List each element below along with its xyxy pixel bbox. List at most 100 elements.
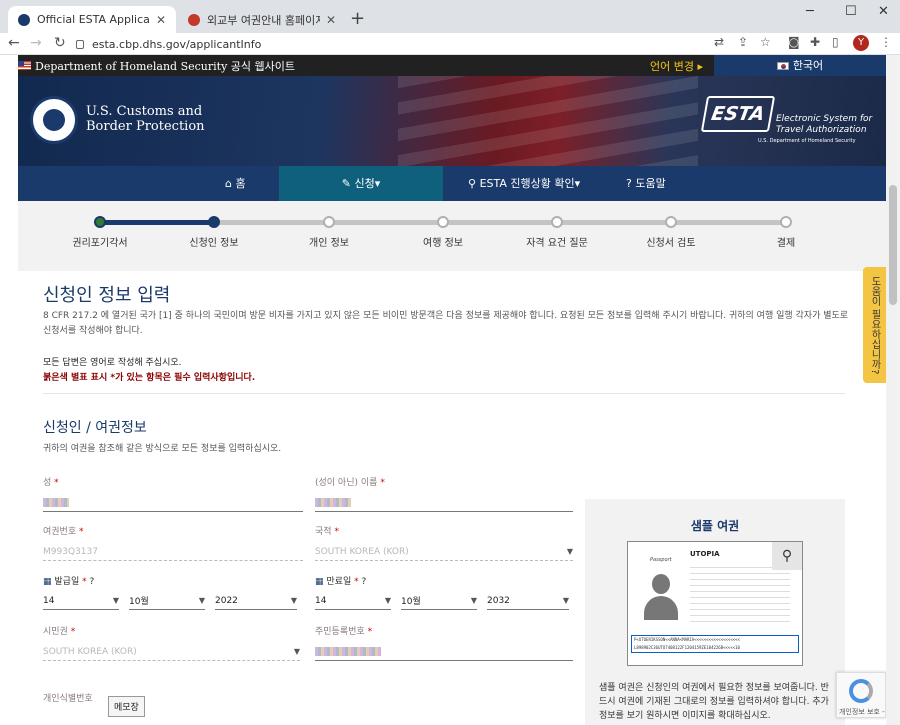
step-dot-applicant [208,216,220,228]
resident-number-label-text: 주민등록번호 [315,627,365,637]
url-field[interactable]: esta.cbp.dhs.gov/applicantInfo [76,34,596,54]
help-circle-icon[interactable]: ? [361,577,366,587]
profile-avatar[interactable]: Y [853,35,869,51]
memo-tooltip: 메모장 [108,696,145,717]
recaptcha-icon [849,679,873,703]
share-icon[interactable]: ⇪ [738,35,748,49]
need-help-tab[interactable]: 도움이 필요하십니까? [863,267,886,383]
nationality-label-text: 국적 [315,527,332,537]
step-dot-payment [780,216,792,228]
expiry-day-select[interactable]: 14 ▼ [315,592,391,610]
translate-icon[interactable]: ⇄ [714,35,724,49]
sample-passport-panel: 샘플 여권 Passport UTOPIA P<UTOERIKSSON<<ANN… [585,499,845,725]
main-content: 신청인 정보 입력 8 CFR 217.2 에 열거된 국가 [1] 중 하나의… [18,271,886,725]
issue-year-select[interactable]: 2022 ▼ [215,592,297,610]
close-tab-icon[interactable]: ✕ [156,13,166,27]
step-dot-waiver [94,216,106,228]
given-name-label-text: (성이 아닌) 이름 [315,478,378,488]
bookmark-star-icon[interactable]: ☆ [760,35,771,49]
browser-tab-mofa[interactable]: 외교부 여권안내 홈페이지 ✕ [178,6,346,33]
scrollbar-thumb[interactable] [889,185,897,305]
passport-number-value: M993Q3137 [43,546,98,557]
nav-help-label: 도움말 [635,177,666,190]
esta-logo[interactable]: ESTA [700,96,776,132]
help-circle-icon[interactable]: ? [89,577,94,587]
close-window-icon[interactable]: ✕ [878,4,889,19]
chevron-down-icon: ▼ [470,596,477,605]
expiry-year-select[interactable]: 2032 ▼ [487,592,569,610]
language-change-link[interactable]: 언어 변경 ▸ [650,58,703,74]
personal-id-label: 개인식별번호 [43,694,93,704]
nav-apply-label: 신청 [354,177,375,190]
step-dot-travel [437,216,449,228]
step-label-travel: 여행 정보 [423,238,463,249]
search-icon: ⚲ [468,177,477,190]
issue-month-select[interactable]: 10월 ▼ [129,592,205,610]
site-header-banner: U.S. Customs and Border Protection ESTA … [18,76,886,166]
calendar-icon: ▦ [315,577,324,587]
nav-home[interactable]: ⌂ 홈 [225,166,246,201]
personal-id-field[interactable]: 개인식별번호 [43,691,303,704]
close-tab-icon[interactable]: ✕ [326,13,336,27]
given-name-label: (성이 아닌) 이름 * [315,475,573,488]
dhs-official-text: Department of Homeland Security 공식 웹사이트 [35,60,296,73]
address-bar: ← → ↻ esta.cbp.dhs.gov/applicantInfo ⇄ ⇪… [0,33,900,55]
browser-tab-esta[interactable]: Official ESTA Application Webs ✕ [8,6,176,33]
surname-label: 성 * [43,475,303,488]
pencil-icon: ✎ [341,177,351,190]
resident-number-field[interactable]: 주민등록번호 * [315,624,573,661]
page-title: 신청인 정보 입력 [43,285,171,306]
dhs-seal-logo[interactable] [30,96,78,144]
issue-month-value: 10월 [129,597,149,607]
menu-icon[interactable]: ⋮ [880,35,892,49]
required-asterisk: * [79,527,84,537]
cbp-title[interactable]: U.S. Customs and Border Protection [86,104,205,134]
expiry-month-value: 10월 [401,597,421,607]
forward-icon[interactable]: → [30,35,42,51]
surname-input[interactable] [43,494,303,512]
current-language-button[interactable]: 한국어 [714,55,886,76]
expiry-date-group: ▦ 만료일 * ? 14 ▼ 10월 ▼ 2032 ▼ [315,574,573,614]
nav-apply[interactable]: ✎ 신청▾ [279,166,443,201]
section-title: 신청인 / 여권정보 [43,420,147,436]
resident-number-input[interactable] [315,643,573,661]
page-scrollbar[interactable] [886,55,900,725]
us-flag-icon [18,61,31,70]
sample-passport-image[interactable]: Passport UTOPIA P<UTOERIKSSON<<ANNA<MARI… [627,541,803,666]
chevron-down-icon: ▼ [293,647,300,656]
passport-label: Passport [650,557,672,563]
new-tab-icon[interactable]: + [350,8,365,29]
sidepanel-icon[interactable]: ▯ [832,35,839,49]
issue-day-select[interactable]: 14 ▼ [43,592,119,610]
nav-status[interactable]: ⚲ ESTA 진행상황 확인▾ [468,166,580,201]
citizenship-label: 시민권 * [43,624,300,637]
given-name-input[interactable] [315,494,573,512]
camera-icon[interactable]: ◙ [788,35,800,49]
expiry-month-select[interactable]: 10월 ▼ [401,592,477,610]
given-name-field[interactable]: (성이 아닌) 이름 * [315,475,573,512]
application-progress: 권리포기각서 신청인 정보 개인 정보 여행 정보 자격 요건 질문 신청서 검… [18,201,886,271]
required-asterisk: * [354,577,359,587]
issue-date-label: ▦ 발급일 * ? [43,574,303,587]
required-asterisk: * [367,627,373,637]
recaptcha-badge[interactable]: 개인정보 보호 - 약관 [836,672,900,718]
back-icon[interactable]: ← [8,35,20,51]
nav-help[interactable]: ? 도움말 [626,166,666,201]
issue-year-value: 2022 [215,595,238,606]
resident-number-label: 주민등록번호 * [315,624,573,637]
passport-mrz: P<UTOERIKSSON<<ANNA<MARIA<<<<<<<<<<<<<<<… [631,635,799,653]
redacted-value [43,498,69,507]
surname-field[interactable]: 성 * [43,475,303,512]
lock-icon[interactable] [76,39,84,49]
extensions-icon[interactable]: ✚ [810,35,820,49]
zoom-icon[interactable]: ⚲ [772,542,802,570]
passport-number-input: M993Q3137 [43,543,303,561]
reload-icon[interactable]: ↻ [54,35,66,51]
chevron-down-icon: ▼ [290,596,297,605]
maximize-icon[interactable]: ☐ [845,4,857,19]
expiry-date-label: ▦ 만료일 * ? [315,574,573,587]
minimize-icon[interactable]: ─ [806,4,814,19]
help-circle-icon: ? [626,177,632,190]
issue-day-value: 14 [43,595,55,606]
chevron-down-icon: ▼ [566,547,573,556]
